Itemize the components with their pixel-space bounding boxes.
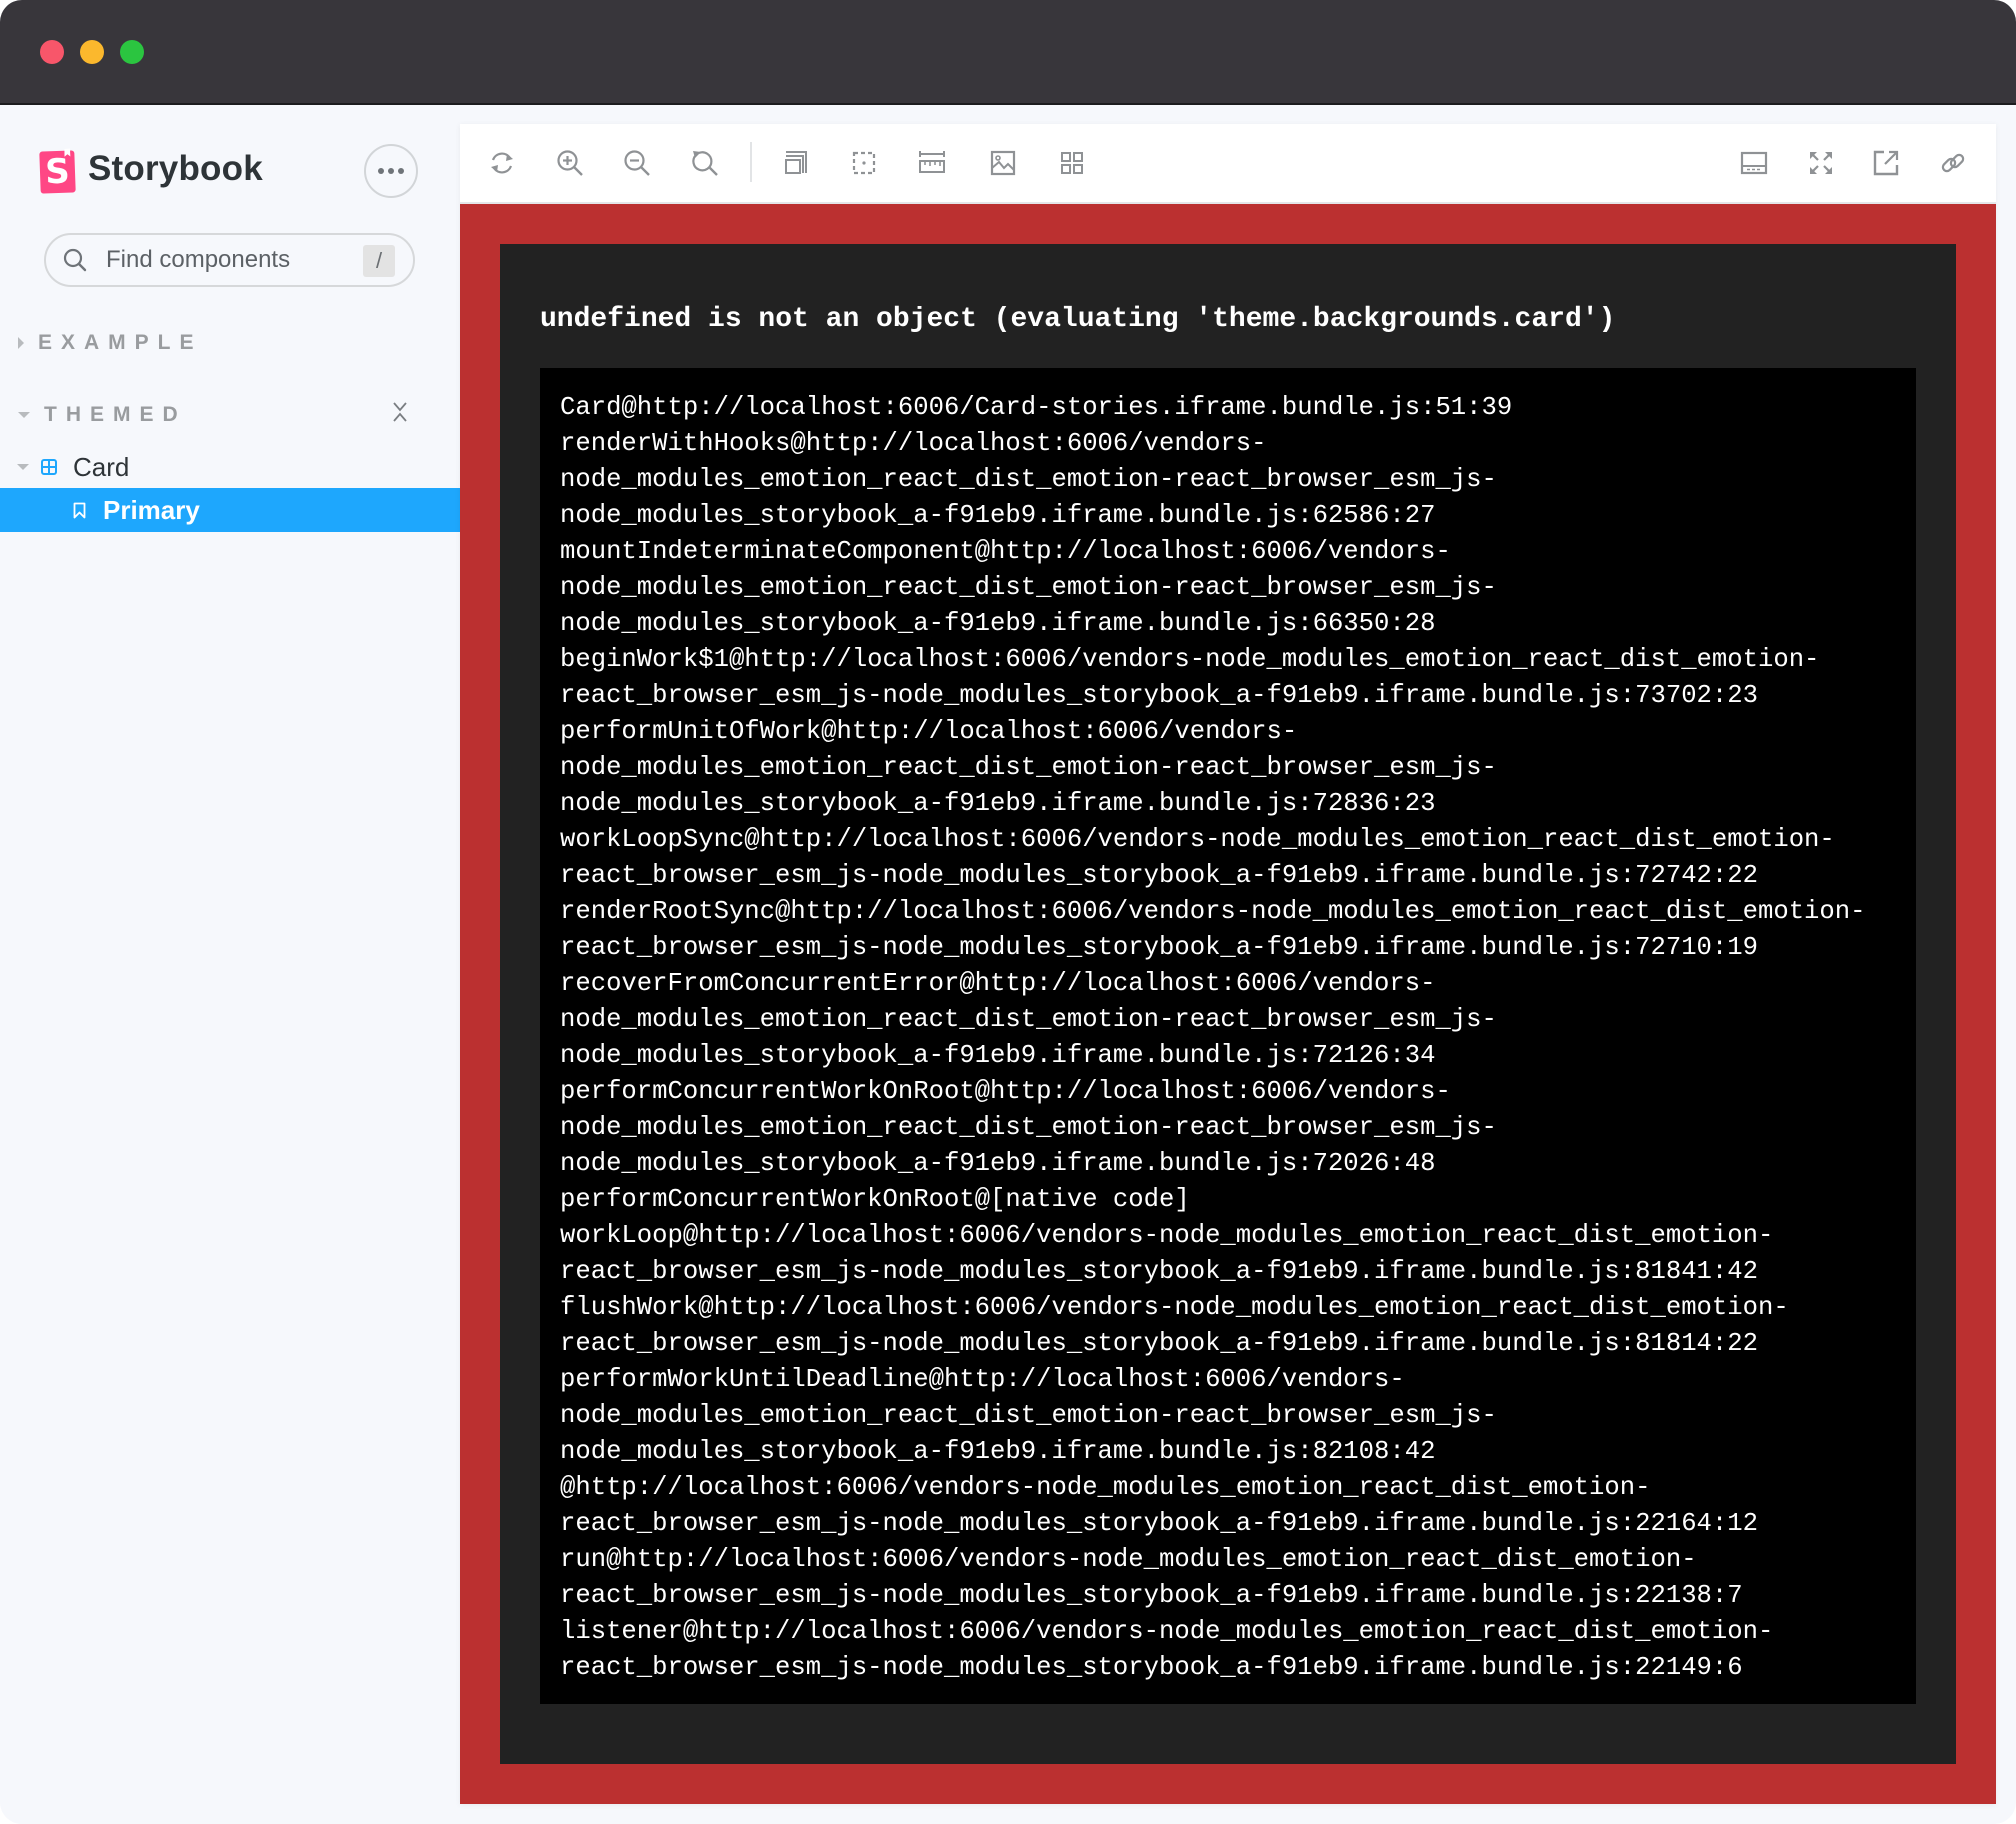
zoom-reset-button[interactable] [688, 146, 722, 180]
app-window: S Storybook / EXAMPLE THEMED [0, 0, 2016, 1824]
group-example[interactable]: EXAMPLE [18, 331, 203, 355]
stack-trace-line: node_modules_storybook_a-f91eb9.iframe.b… [560, 609, 1436, 638]
measure-button[interactable] [915, 146, 949, 180]
brand-title[interactable]: Storybook [88, 149, 263, 189]
stack-trace-line: react_browser_esm_js-node_modules_storyb… [560, 1257, 1758, 1286]
stack-trace-line: node_modules_storybook_a-f91eb9.iframe.b… [560, 1149, 1436, 1178]
open-in-new-tab-button[interactable] [1869, 146, 1903, 180]
outline-button[interactable] [847, 146, 881, 180]
outline-icon [852, 151, 876, 175]
ruler-icon [919, 151, 945, 173]
stack-trace-line: run@http://localhost:6006/vendors-node_m… [560, 1545, 1697, 1574]
stack-trace-line: node_modules_emotion_react_dist_emotion-… [560, 753, 1497, 782]
group-themed[interactable]: THEMED [18, 403, 187, 427]
stack-trace-line: performConcurrentWorkOnRoot@[native code… [560, 1185, 1190, 1214]
search-shortcut-badge: / [363, 245, 395, 277]
link-icon [1941, 153, 1965, 173]
stack-trace-line: react_browser_esm_js-node_modules_storyb… [560, 1509, 1758, 1538]
share-alt-icon [1873, 150, 1899, 176]
stack-trace-line: flushWork@http://localhost:6006/vendors-… [560, 1293, 1789, 1322]
ellipsis-icon [388, 168, 394, 174]
expand-icon [1810, 152, 1832, 174]
zoom-window-button[interactable] [120, 40, 144, 64]
ellipsis-icon [398, 168, 404, 174]
fullscreen-button[interactable] [1804, 146, 1838, 180]
tree-item-label: Primary [103, 494, 200, 525]
preview-toolbar [460, 124, 1996, 204]
toolbar-divider [750, 142, 752, 182]
copy-link-button[interactable] [1936, 146, 1970, 180]
stack-trace-line: beginWork$1@http://localhost:6006/vendor… [560, 645, 1820, 674]
stack-trace-line: renderRootSync@http://localhost:6006/ven… [560, 897, 1866, 926]
zoom-out-icon [624, 150, 650, 176]
backgrounds-icon [785, 151, 807, 174]
stack-trace-line: recoverFromConcurrentError@http://localh… [560, 969, 1436, 998]
stack-trace-line: mountIndeterminateComponent@http://local… [560, 537, 1451, 566]
stack-trace-line: @http://localhost:6006/vendors-node_modu… [560, 1473, 1651, 1502]
image-button[interactable] [986, 146, 1020, 180]
toggle-addons-button[interactable] [1737, 146, 1771, 180]
preview-panel: undefined is not an object (evaluating '… [460, 124, 1996, 1804]
zoom-reset-icon [692, 151, 718, 176]
stack-trace-line: node_modules_storybook_a-f91eb9.iframe.b… [560, 1437, 1436, 1466]
stack-trace-line: node_modules_storybook_a-f91eb9.iframe.b… [560, 501, 1436, 530]
bookmark-icon [73, 502, 86, 518]
stack-trace-line: node_modules_emotion_react_dist_emotion-… [560, 1113, 1497, 1142]
stack-trace-line: react_browser_esm_js-node_modules_storyb… [560, 933, 1758, 962]
error-stack-trace: Card@http://localhost:6006/Card-stories.… [540, 368, 1916, 1704]
grid-button[interactable] [1055, 146, 1089, 180]
close-window-button[interactable] [40, 40, 64, 64]
error-display: undefined is not an object (evaluating '… [500, 244, 1956, 1764]
sidebar: S Storybook / EXAMPLE THEMED [0, 105, 460, 1824]
stack-trace-line: workLoopSync@http://localhost:6006/vendo… [560, 825, 1835, 854]
chevron-down-icon [17, 464, 29, 470]
remount-button[interactable] [485, 146, 519, 180]
backgrounds-button[interactable] [778, 146, 812, 180]
search-icon [63, 248, 87, 272]
stack-trace-line: react_browser_esm_js-node_modules_storyb… [560, 681, 1758, 710]
stack-trace-line: performWorkUntilDeadline@http://localhos… [560, 1365, 1405, 1394]
stack-trace-line: performUnitOfWork@http://localhost:6006/… [560, 717, 1298, 746]
stack-trace-line: performConcurrentWorkOnRoot@http://local… [560, 1077, 1451, 1106]
zoom-out-button[interactable] [620, 146, 654, 180]
stack-trace-line: node_modules_storybook_a-f91eb9.iframe.b… [560, 1041, 1436, 1070]
story-canvas: undefined is not an object (evaluating '… [460, 204, 1996, 1804]
group-label: EXAMPLE [38, 331, 203, 354]
ellipsis-icon [378, 168, 384, 174]
stack-trace-line: node_modules_emotion_react_dist_emotion-… [560, 465, 1497, 494]
zoom-in-button[interactable] [553, 146, 587, 180]
tree-item-primary-story[interactable]: Primary [0, 488, 460, 532]
stack-trace-line: renderWithHooks@http://localhost:6006/ve… [560, 429, 1267, 458]
stack-trace-line: react_browser_esm_js-node_modules_storyb… [560, 1329, 1758, 1358]
stack-trace-line: node_modules_emotion_react_dist_emotion-… [560, 1005, 1497, 1034]
chevron-down-icon [18, 412, 30, 418]
minimize-window-button[interactable] [80, 40, 104, 64]
stack-trace-line: node_modules_emotion_react_dist_emotion-… [560, 1401, 1497, 1430]
image-icon [990, 150, 1016, 176]
stack-trace-line: listener@http://localhost:6006/vendors-n… [560, 1617, 1774, 1646]
error-message: undefined is not an object (evaluating '… [540, 304, 1616, 335]
stack-trace-line: react_browser_esm_js-node_modules_storyb… [560, 1653, 1743, 1682]
chevron-right-icon [18, 337, 24, 349]
bottom-bar-icon [1740, 151, 1768, 175]
stack-trace-line: node_modules_storybook_a-f91eb9.iframe.b… [560, 789, 1436, 818]
stack-trace-line: react_browser_esm_js-node_modules_storyb… [560, 861, 1758, 890]
title-bar [0, 0, 2016, 105]
zoom-in-icon [557, 150, 583, 176]
stack-trace-line: node_modules_emotion_react_dist_emotion-… [560, 573, 1497, 602]
group-label: THEMED [44, 403, 187, 426]
grid-icon [1061, 152, 1083, 174]
stack-trace-line: react_browser_esm_js-node_modules_storyb… [560, 1581, 1743, 1610]
search-box: / [44, 233, 415, 287]
more-options-button[interactable] [364, 144, 418, 198]
collapse-all-icon[interactable] [391, 400, 409, 424]
stack-trace-line: Card@http://localhost:6006/Card-stories.… [560, 393, 1513, 422]
search-input[interactable] [102, 243, 350, 277]
tree-item-card[interactable]: Card [0, 445, 460, 489]
stack-trace-line: workLoop@http://localhost:6006/vendors-n… [560, 1221, 1774, 1250]
tree-item-label: Card [73, 451, 130, 482]
sync-icon [491, 152, 513, 174]
storybook-logo-icon: S [39, 150, 76, 194]
component-icon [41, 459, 57, 475]
